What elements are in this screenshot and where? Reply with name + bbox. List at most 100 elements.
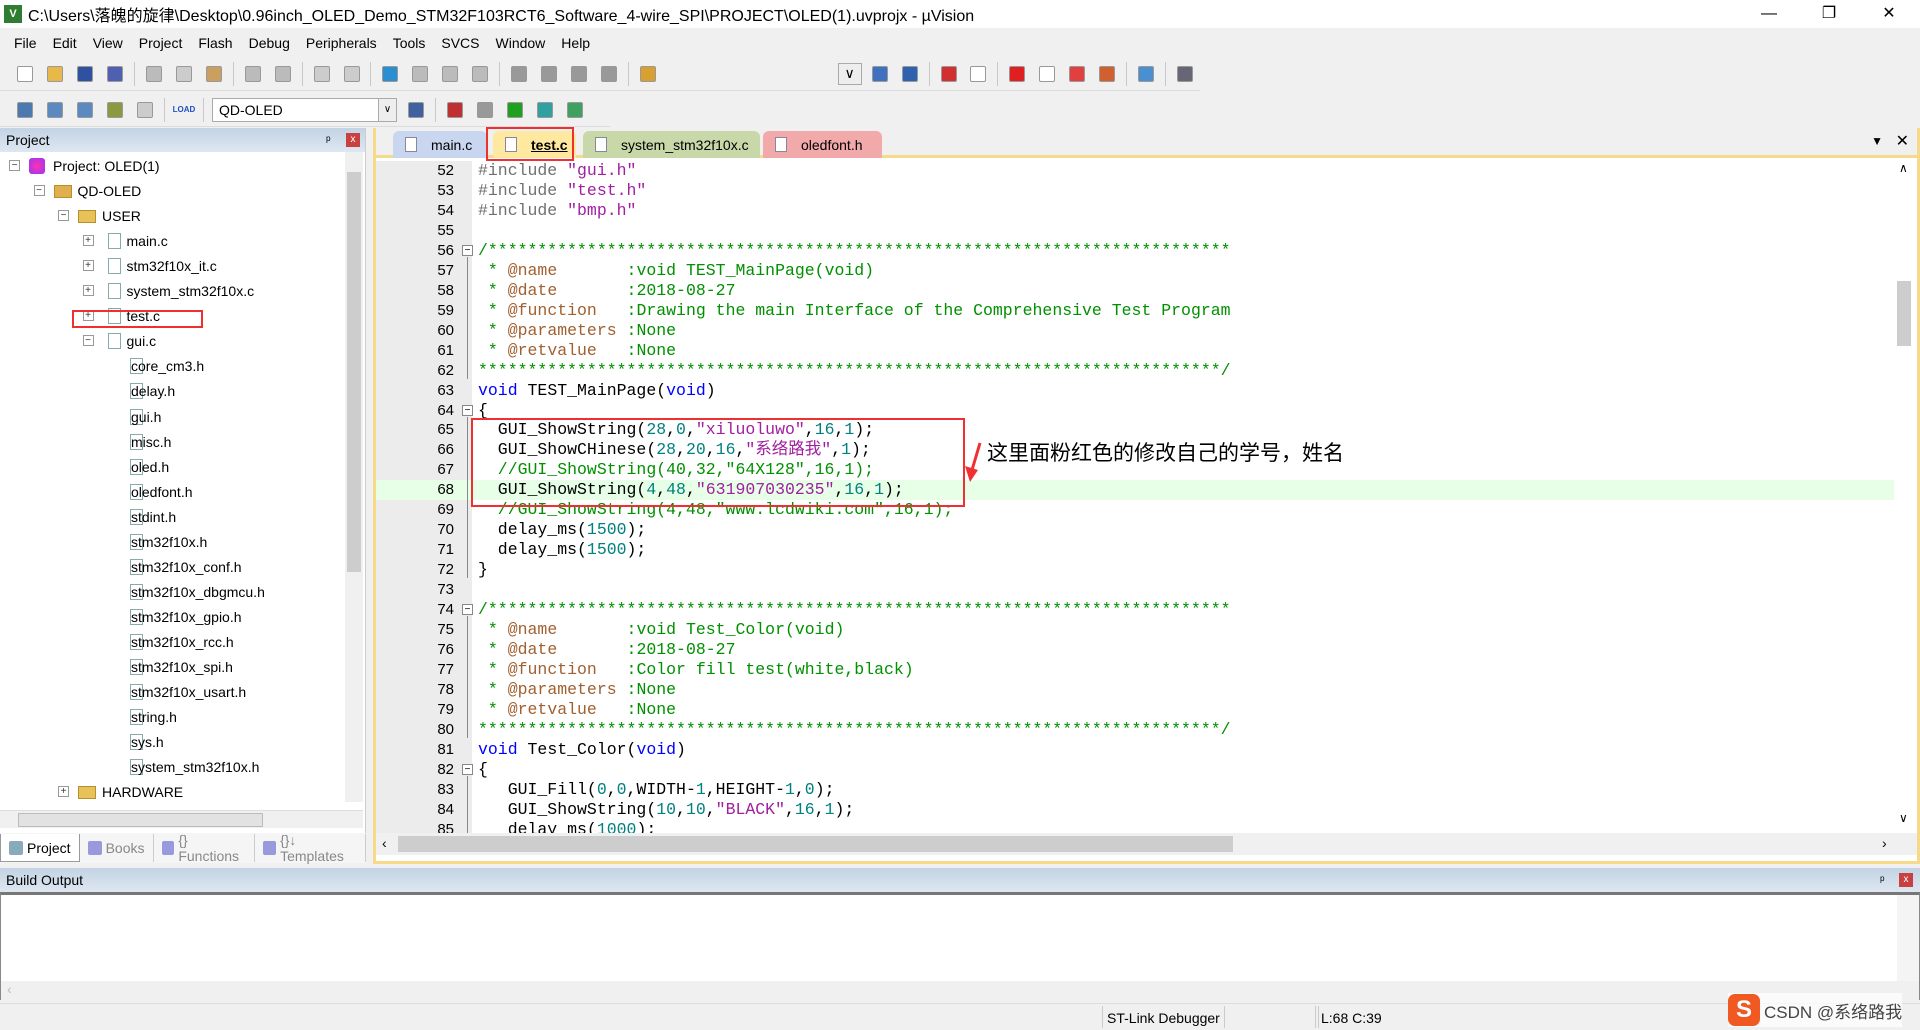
minimize-button[interactable]: — xyxy=(1740,0,1798,28)
expand-icon[interactable]: + xyxy=(58,786,69,798)
options-for-target-button[interactable] xyxy=(404,99,428,121)
tab-templates[interactable]: {}↓ Templates xyxy=(255,832,366,864)
collapse-icon[interactable]: − xyxy=(82,335,94,347)
menu-view[interactable]: View xyxy=(85,35,131,51)
save-button[interactable] xyxy=(73,63,97,85)
configure-button[interactable] xyxy=(1173,63,1197,85)
tree-item-project-oled-1-[interactable]: − Project: OLED(1) xyxy=(0,154,345,178)
pack-installer-button[interactable] xyxy=(533,99,557,121)
code-line[interactable]: 63 void TEST_MainPage(void) xyxy=(376,381,1894,401)
code-line[interactable]: 79 * @retvalue :None xyxy=(376,700,1894,720)
code-line[interactable]: 85 delay_ms(1000); xyxy=(376,820,1894,833)
code-line[interactable]: 71 delay_ms(1500); xyxy=(376,540,1894,560)
tree-item-delay-h[interactable]: delay.h xyxy=(0,379,345,403)
disable-breakpoint-button[interactable] xyxy=(1035,63,1059,85)
tree-item-system-stm32f10x-h[interactable]: system_stm32f10x.h xyxy=(0,755,345,779)
tree-item-stm32f10x-dbgmcu-h[interactable]: stm32f10x_dbgmcu.h xyxy=(0,580,345,604)
scroll-down-icon[interactable]: ∨ xyxy=(1899,811,1908,825)
tree-item-gui-c[interactable]: − gui.c xyxy=(0,329,345,353)
expand-icon[interactable]: + xyxy=(82,235,94,247)
code-line[interactable]: 82−{ xyxy=(376,760,1894,780)
clear-breakpoints-button[interactable] xyxy=(1095,63,1119,85)
tree-item-hardware[interactable]: + HARDWARE xyxy=(0,780,345,802)
restore-button[interactable]: ❐ xyxy=(1800,0,1858,28)
build-button[interactable] xyxy=(43,99,67,121)
tree-horizontal-scrollbar[interactable] xyxy=(0,810,363,828)
breakpoint-button[interactable] xyxy=(1005,63,1029,85)
navigate-forward-button[interactable] xyxy=(340,63,364,85)
scroll-up-icon[interactable]: ∧ xyxy=(1899,161,1908,175)
code-line[interactable]: 77 * @function :Color fill test(white,bl… xyxy=(376,660,1894,680)
expand-icon[interactable]: + xyxy=(82,285,94,297)
collapse-icon[interactable]: − xyxy=(33,185,45,197)
tree-item-stm32f10x-h[interactable]: stm32f10x.h xyxy=(0,530,345,554)
menu-peripherals[interactable]: Peripherals xyxy=(298,35,385,51)
code-line[interactable]: 59 * @function :Drawing the main Interfa… xyxy=(376,301,1894,321)
tree-item-stm32f10x-rcc-h[interactable]: stm32f10x_rcc.h xyxy=(0,630,345,654)
tree-item-stdint-h[interactable]: stdint.h xyxy=(0,505,345,529)
collapse-icon[interactable]: − xyxy=(9,160,20,171)
software-packs-button[interactable] xyxy=(563,99,587,121)
code-line[interactable]: 75 * @name :void Test_Color(void) xyxy=(376,620,1894,640)
find-combo-dropdown[interactable]: ∨ xyxy=(837,62,862,85)
prev-bookmark-button[interactable] xyxy=(408,63,432,85)
incremental-find-button[interactable] xyxy=(868,63,892,85)
uncomment-button[interactable] xyxy=(597,63,621,85)
debug-session-button[interactable] xyxy=(937,63,961,85)
tree-item-stm32f10x-gpio-h[interactable]: stm32f10x_gpio.h xyxy=(0,605,345,629)
editor-tab-main-c[interactable]: main.c xyxy=(393,131,487,158)
manage-project-items-button[interactable] xyxy=(443,99,467,121)
code-horizontal-scrollbar[interactable]: ‹ › xyxy=(376,833,1917,855)
tab-books[interactable]: Books xyxy=(80,834,154,862)
stop-build-button[interactable] xyxy=(133,99,157,121)
close-panel-button[interactable]: x xyxy=(1899,873,1913,887)
code-line[interactable]: 84 GUI_ShowString(10,10,"BLACK",16,1); xyxy=(376,800,1894,820)
code-line[interactable]: 54 #include "bmp.h" xyxy=(376,201,1894,221)
tree-item-qd-oled[interactable]: − QD-OLED xyxy=(0,179,345,203)
dropdown-button[interactable] xyxy=(967,63,991,85)
menu-edit[interactable]: Edit xyxy=(45,35,85,51)
indent-button[interactable] xyxy=(507,63,531,85)
menu-file[interactable]: File xyxy=(6,35,45,51)
fold-toggle-icon[interactable]: − xyxy=(462,404,473,416)
code-line[interactable]: 55 xyxy=(376,221,1894,241)
tree-item-misc-h[interactable]: misc.h xyxy=(0,430,345,454)
menu-help[interactable]: Help xyxy=(553,35,598,51)
comment-button[interactable] xyxy=(567,63,591,85)
collapse-icon[interactable]: − xyxy=(58,210,69,222)
clear-bookmarks-button[interactable] xyxy=(468,63,492,85)
scroll-left-icon[interactable]: ‹ xyxy=(382,835,387,851)
fold-toggle-icon[interactable]: − xyxy=(462,604,473,616)
translate-button[interactable] xyxy=(13,99,37,121)
menu-svcs[interactable]: SVCS xyxy=(433,35,487,51)
menu-project[interactable]: Project xyxy=(131,35,191,51)
code-line[interactable]: 81 void Test_Color(void) xyxy=(376,740,1894,760)
code-line[interactable]: 78 * @parameters :None xyxy=(376,680,1894,700)
next-bookmark-button[interactable] xyxy=(438,63,462,85)
tree-item-oled-h[interactable]: oled.h xyxy=(0,455,345,479)
open-button[interactable] xyxy=(43,63,67,85)
tree-item-user[interactable]: − USER xyxy=(0,204,345,228)
rebuild-button[interactable] xyxy=(73,99,97,121)
tree-item-core-cm3-h[interactable]: core_cm3.h xyxy=(0,354,345,378)
bookmark-button[interactable] xyxy=(378,63,402,85)
tree-item-oledfont-h[interactable]: oledfont.h xyxy=(0,480,345,504)
copy-button[interactable] xyxy=(172,63,196,85)
code-line[interactable]: 52 #include "gui.h" xyxy=(376,161,1894,181)
pin-icon[interactable]: ᵖ xyxy=(1880,873,1885,887)
cut-button[interactable] xyxy=(142,63,166,85)
undo-button[interactable] xyxy=(241,63,265,85)
fold-toggle-icon[interactable]: − xyxy=(462,244,473,256)
code-line[interactable]: 60 * @parameters :None xyxy=(376,321,1894,341)
tab-functions[interactable]: {} Functions xyxy=(154,832,256,864)
scroll-thumb[interactable] xyxy=(1897,281,1911,346)
code-line[interactable]: 61 * @retvalue :None xyxy=(376,341,1894,361)
batch-build-button[interactable] xyxy=(103,99,127,121)
code-line[interactable]: 62 **************************************… xyxy=(376,361,1894,381)
window-layout-button[interactable] xyxy=(1134,63,1158,85)
close-panel-button[interactable]: x xyxy=(346,133,360,147)
menu-window[interactable]: Window xyxy=(488,35,554,51)
tree-item-stm32f10x-it-c[interactable]: + stm32f10x_it.c xyxy=(0,254,345,278)
target-select[interactable]: QD-OLED ∨ xyxy=(212,97,397,122)
code-line[interactable]: 74−/************************************… xyxy=(376,600,1894,620)
